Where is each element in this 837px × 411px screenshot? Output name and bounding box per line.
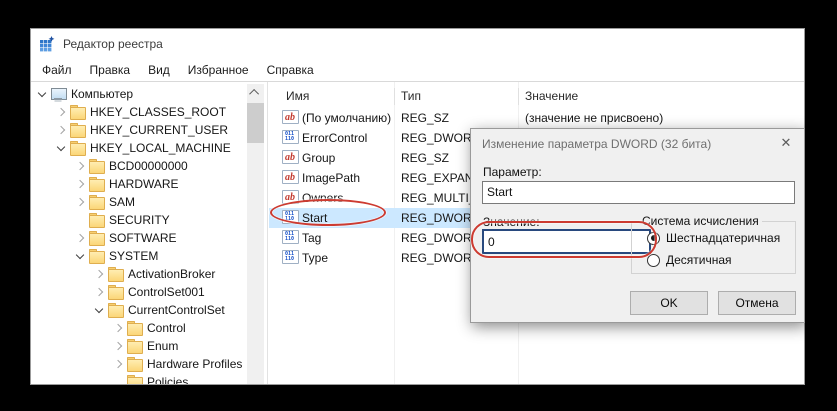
dword-value-icon <box>282 210 299 224</box>
tree-item-enum[interactable]: Enum <box>31 337 245 355</box>
folder-icon <box>69 140 88 156</box>
folder-icon <box>88 248 107 264</box>
scrollbar-thumb[interactable] <box>247 103 264 143</box>
dword-value-icon <box>282 230 299 244</box>
chevron-down-icon[interactable] <box>92 303 107 317</box>
close-icon[interactable]: ✕ <box>772 131 800 155</box>
value-input[interactable] <box>482 229 651 254</box>
folder-icon <box>107 266 126 282</box>
tree-item-computer[interactable]: Компьютер <box>31 85 245 103</box>
folder-icon <box>88 230 107 246</box>
folder-icon <box>126 338 145 354</box>
dword-value-icon <box>282 250 299 264</box>
dialog-title: Изменение параметра DWORD (32 бита) <box>482 137 711 151</box>
string-value-icon <box>282 190 299 204</box>
dialog-title-bar: Изменение параметра DWORD (32 бита) ✕ <box>471 129 804 159</box>
chevron-right-icon[interactable] <box>111 357 126 371</box>
chevron-down-icon[interactable] <box>54 141 69 155</box>
tree-item-software[interactable]: SOFTWARE <box>31 229 245 247</box>
registry-app-icon <box>39 36 55 52</box>
tree-item-hardware[interactable]: HARDWARE <box>31 175 245 193</box>
ok-button[interactable]: OK <box>630 291 708 315</box>
tree-item-sam[interactable]: SAM <box>31 193 245 211</box>
folder-icon <box>126 374 145 384</box>
header-value[interactable]: Значение <box>525 89 578 103</box>
value-row-default[interactable]: (По умолчанию)REG_SZ(значение не присвое… <box>269 108 804 128</box>
header-separator[interactable] <box>518 88 519 105</box>
chevron-right-icon[interactable] <box>54 105 69 119</box>
registry-tree-pane: Компьютер HKEY_CLASSES_ROOT HKEY_CURRENT… <box>31 82 268 384</box>
folder-icon <box>88 194 107 210</box>
title-bar: Редактор реестра <box>31 29 804 59</box>
tree-item-policies[interactable]: Policies <box>31 373 245 384</box>
tree-item-hardware-profiles[interactable]: Hardware Profiles <box>31 355 245 373</box>
chevron-right-icon[interactable] <box>92 285 107 299</box>
folder-icon <box>107 302 126 318</box>
header-separator[interactable] <box>394 88 395 105</box>
tree-item-hkey-classes-root[interactable]: HKEY_CLASSES_ROOT <box>31 103 245 121</box>
window-title: Редактор реестра <box>63 37 163 51</box>
folder-icon <box>126 356 145 372</box>
registry-tree: Компьютер HKEY_CLASSES_ROOT HKEY_CURRENT… <box>31 85 245 384</box>
menu-file[interactable]: Файл <box>33 60 81 80</box>
radio-selected-icon[interactable] <box>647 232 660 245</box>
scroll-up-icon[interactable] <box>247 84 264 101</box>
folder-icon <box>107 284 126 300</box>
edit-dword-dialog: Изменение параметра DWORD (32 бита) ✕ Па… <box>470 128 805 323</box>
folder-icon <box>88 212 107 228</box>
folder-icon <box>88 158 107 174</box>
menu-view[interactable]: Вид <box>139 60 179 80</box>
folder-icon <box>69 104 88 120</box>
list-header: Имя Тип Значение <box>269 86 804 108</box>
radio-unselected-icon[interactable] <box>647 254 660 267</box>
tree-spacer <box>73 213 88 227</box>
tree-item-hkey-current-user[interactable]: HKEY_CURRENT_USER <box>31 121 245 139</box>
radio-hexadecimal[interactable]: Шестнадцатеричная <box>647 231 780 245</box>
radix-group-label: Система исчисления <box>639 214 762 228</box>
menu-help[interactable]: Справка <box>258 60 323 80</box>
string-value-icon <box>282 150 299 164</box>
chevron-right-icon[interactable] <box>73 195 88 209</box>
chevron-down-icon[interactable] <box>35 87 50 101</box>
header-type[interactable]: Тип <box>401 89 421 103</box>
cancel-button[interactable]: Отмена <box>718 291 796 315</box>
radix-groupbox: Система исчисления Шестнадцатеричная Дес… <box>631 221 796 274</box>
tree-item-control[interactable]: Control <box>31 319 245 337</box>
menu-edit[interactable]: Правка <box>81 60 140 80</box>
chevron-right-icon[interactable] <box>54 123 69 137</box>
folder-icon <box>88 176 107 192</box>
computer-icon <box>50 86 69 102</box>
string-value-icon <box>282 170 299 184</box>
chevron-right-icon[interactable] <box>73 231 88 245</box>
radio-decimal[interactable]: Десятичная <box>647 253 732 267</box>
tree-item-security[interactable]: SECURITY <box>31 211 245 229</box>
menu-favorites[interactable]: Избранное <box>179 60 258 80</box>
menu-bar: Файл Правка Вид Избранное Справка <box>31 59 804 81</box>
tree-item-bcd00000000[interactable]: BCD00000000 <box>31 157 245 175</box>
tree-spacer <box>111 375 126 384</box>
screenshot-stage: Редактор реестра Файл Правка Вид Избранн… <box>0 0 837 411</box>
value-label: Значение: <box>483 215 540 229</box>
param-name-field[interactable]: Start <box>482 181 795 204</box>
folder-icon <box>69 122 88 138</box>
tree-item-activationbroker[interactable]: ActivationBroker <box>31 265 245 283</box>
chevron-down-icon[interactable] <box>73 249 88 263</box>
chevron-right-icon[interactable] <box>92 267 107 281</box>
chevron-right-icon[interactable] <box>73 177 88 191</box>
tree-item-hkey-local-machine[interactable]: HKEY_LOCAL_MACHINE <box>31 139 245 157</box>
string-value-icon <box>282 110 299 124</box>
header-name[interactable]: Имя <box>286 89 309 103</box>
chevron-right-icon[interactable] <box>111 321 126 335</box>
tree-item-controlset001[interactable]: ControlSet001 <box>31 283 245 301</box>
folder-icon <box>126 320 145 336</box>
dword-value-icon <box>282 130 299 144</box>
chevron-right-icon[interactable] <box>111 339 126 353</box>
tree-scrollbar[interactable] <box>247 84 264 384</box>
param-label: Параметр: <box>483 165 542 179</box>
tree-item-system[interactable]: SYSTEM <box>31 247 245 265</box>
tree-item-currentcontrolset[interactable]: CurrentControlSet <box>31 301 245 319</box>
chevron-right-icon[interactable] <box>73 159 88 173</box>
